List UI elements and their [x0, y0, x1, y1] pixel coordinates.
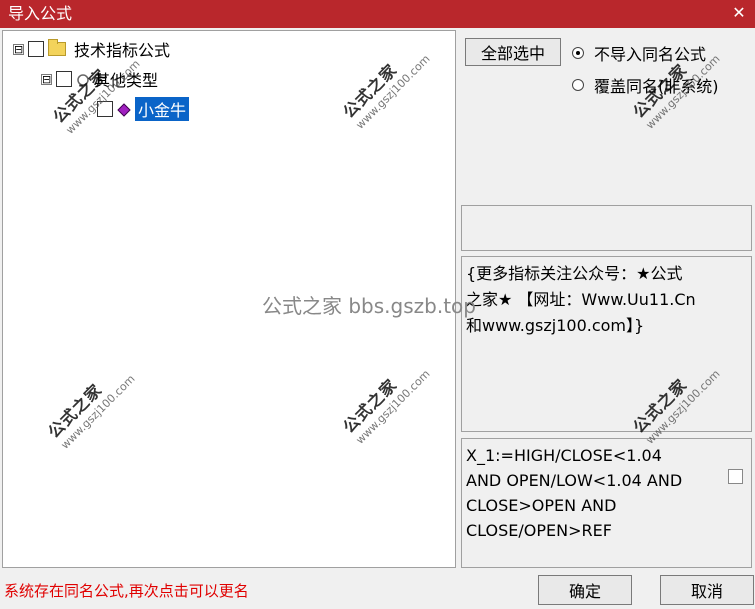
window-title: 导入公式: [8, 4, 73, 23]
group-icon: [76, 72, 90, 86]
cancel-button[interactable]: 取消: [660, 575, 754, 605]
group-checkbox[interactable]: [56, 71, 72, 87]
radio-overwrite-dot[interactable]: [572, 79, 584, 91]
tree-node-item[interactable]: 小金牛: [97, 97, 190, 121]
tree-node-root-label[interactable]: 技术指标公式: [74, 37, 170, 61]
select-all-button[interactable]: 全部选中: [465, 38, 561, 66]
folder-icon: [48, 39, 66, 56]
radio-no-import-dot[interactable]: [572, 47, 584, 59]
formula-code: X_1:=HIGH/CLOSE<1.04 AND OPEN/LOW<1.04 A…: [466, 446, 683, 540]
item-checkbox[interactable]: [97, 101, 113, 117]
collapse-icon[interactable]: ⊟: [13, 43, 24, 55]
formula-tree: ⊟ 技术指标公式 ⊟ 其他类型 小金牛: [2, 30, 456, 568]
root-checkbox[interactable]: [28, 41, 44, 57]
tree-node-item-label[interactable]: 小金牛: [135, 97, 190, 121]
tree-node-root[interactable]: ⊟ 技术指标公式: [13, 37, 170, 61]
ok-button[interactable]: 确定: [538, 575, 632, 605]
radio-overwrite[interactable]: 覆盖同名(非系统): [572, 73, 719, 97]
description-text: {更多指标关注公众号：★公式 之家★ 【网址：Www.Uu11.Cn 和www.…: [466, 264, 696, 335]
formula-gem-icon: [117, 102, 131, 117]
tree-node-group-label[interactable]: 其他类型: [94, 67, 158, 91]
code-box[interactable]: X_1:=HIGH/CLOSE<1.04 AND OPEN/LOW<1.04 A…: [461, 438, 752, 568]
name-box: [461, 205, 752, 251]
radio-overwrite-label[interactable]: 覆盖同名(非系统): [594, 73, 719, 97]
radio-no-import-label[interactable]: 不导入同名公式: [594, 41, 706, 65]
collapse-icon[interactable]: ⊟: [41, 73, 52, 85]
title-bar: 导入公式 ✕: [0, 0, 755, 28]
code-checkbox[interactable]: [728, 469, 743, 484]
description-box: {更多指标关注公众号：★公式 之家★ 【网址：Www.Uu11.Cn 和www.…: [461, 256, 752, 432]
tree-node-group[interactable]: ⊟ 其他类型: [41, 67, 158, 91]
status-message: 系统存在同名公式,再次点击可以更名: [4, 582, 249, 600]
radio-no-import[interactable]: 不导入同名公式: [572, 41, 706, 65]
close-icon[interactable]: ✕: [729, 3, 749, 23]
